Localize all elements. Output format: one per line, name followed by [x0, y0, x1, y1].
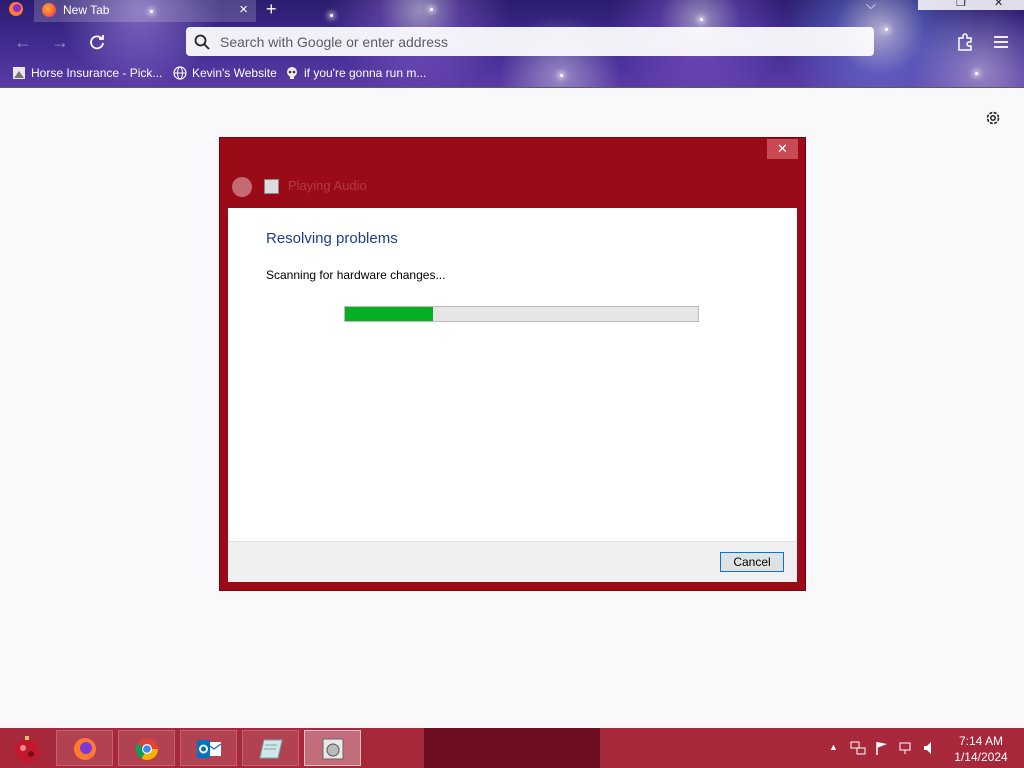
chrome-icon	[135, 738, 158, 760]
window-controls: ❐ ✕	[918, 0, 1024, 10]
back-button[interactable]: ←	[12, 31, 34, 53]
clock-date: 1/14/2024	[954, 750, 1008, 764]
troubleshooter-app-icon	[264, 179, 279, 194]
forward-button[interactable]: →	[49, 31, 71, 53]
gear-icon[interactable]	[983, 108, 1003, 128]
dialog-content: Resolving problems Scanning for hardware…	[228, 208, 797, 541]
taskbar-outlook[interactable]	[180, 730, 237, 766]
taskbar-highlight	[424, 728, 600, 768]
address-bar[interactable]	[186, 27, 874, 56]
dialog-footer: Cancel	[228, 541, 797, 582]
browser-toolbar: New Tab × + ⌵ ❐ ✕ ← → Horse Insurance - …	[0, 0, 1024, 88]
firework-spark	[700, 18, 703, 21]
taskbar: ▲ 7:14 AM 1/14/2024	[0, 728, 1024, 768]
new-tab-button[interactable]: +	[266, 0, 277, 20]
system-clock[interactable]: 7:14 AM 1/14/2024	[950, 733, 1012, 765]
restore-window-icon[interactable]: ❐	[956, 0, 966, 9]
troubleshooter-icon	[322, 738, 344, 760]
bookmark-horse-insurance[interactable]: Horse Insurance - Pick...	[12, 64, 162, 82]
skull-icon	[287, 67, 297, 79]
bookmark-kevins-website[interactable]: Kevin's Website	[173, 64, 277, 82]
start-button[interactable]	[8, 732, 46, 766]
reload-button[interactable]	[86, 31, 108, 53]
progress-fill	[345, 307, 434, 321]
wired-network-icon[interactable]	[898, 740, 914, 756]
dialog-title: Playing Audio	[288, 178, 367, 193]
firework-spark	[975, 72, 978, 75]
bookmark-label: Horse Insurance - Pick...	[31, 66, 163, 80]
address-input[interactable]	[218, 31, 842, 53]
bookmark-if-youre-gonna-run[interactable]: if you're gonna run m...	[285, 64, 426, 82]
firework-spark	[560, 74, 563, 77]
taskbar-notepad[interactable]	[242, 730, 299, 766]
globe-icon	[173, 66, 187, 80]
extensions-icon[interactable]	[954, 31, 976, 53]
firework-spark	[885, 28, 888, 31]
firework-spark	[430, 8, 433, 11]
firefox-icon	[42, 3, 56, 17]
volume-icon[interactable]	[922, 740, 938, 756]
taskbar-chrome[interactable]	[118, 730, 175, 766]
search-icon	[194, 34, 210, 50]
close-tab-icon[interactable]: ×	[239, 1, 248, 18]
firefox-menu-icon[interactable]	[6, 0, 26, 18]
list-all-tabs-chevron-icon[interactable]: ⌵	[866, 0, 880, 12]
close-icon[interactable]: ✕	[767, 139, 798, 159]
progress-bar	[344, 306, 699, 322]
network-icon[interactable]	[850, 740, 866, 756]
taskbar-troubleshooter[interactable]	[304, 730, 361, 766]
notepad-icon	[259, 739, 283, 759]
back-arrow-icon[interactable]	[232, 177, 252, 197]
clock-time: 7:14 AM	[958, 734, 1004, 748]
cancel-button[interactable]: Cancel	[720, 552, 784, 572]
show-hidden-icons-button[interactable]: ▲	[829, 742, 838, 752]
firefox-icon	[74, 738, 96, 760]
bookmark-label: Kevin's Website	[192, 66, 277, 80]
taskbar-firefox[interactable]	[56, 730, 113, 766]
hamburger-menu-icon[interactable]	[990, 31, 1012, 53]
outlook-icon	[197, 740, 222, 758]
firework-spark	[330, 14, 333, 17]
action-center-flag-icon[interactable]	[874, 740, 890, 756]
troubleshooter-dialog: ✕ Playing Audio Resolving problems Scann…	[220, 138, 805, 590]
dialog-heading: Resolving problems	[266, 230, 398, 247]
bookmark-label: if you're gonna run m...	[304, 66, 427, 80]
close-window-icon[interactable]: ✕	[994, 0, 1003, 9]
tab-title: New Tab	[63, 3, 110, 17]
tab-new-tab[interactable]: New Tab ×	[34, 0, 256, 22]
page-icon	[13, 67, 25, 79]
status-text: Scanning for hardware changes...	[266, 268, 446, 282]
